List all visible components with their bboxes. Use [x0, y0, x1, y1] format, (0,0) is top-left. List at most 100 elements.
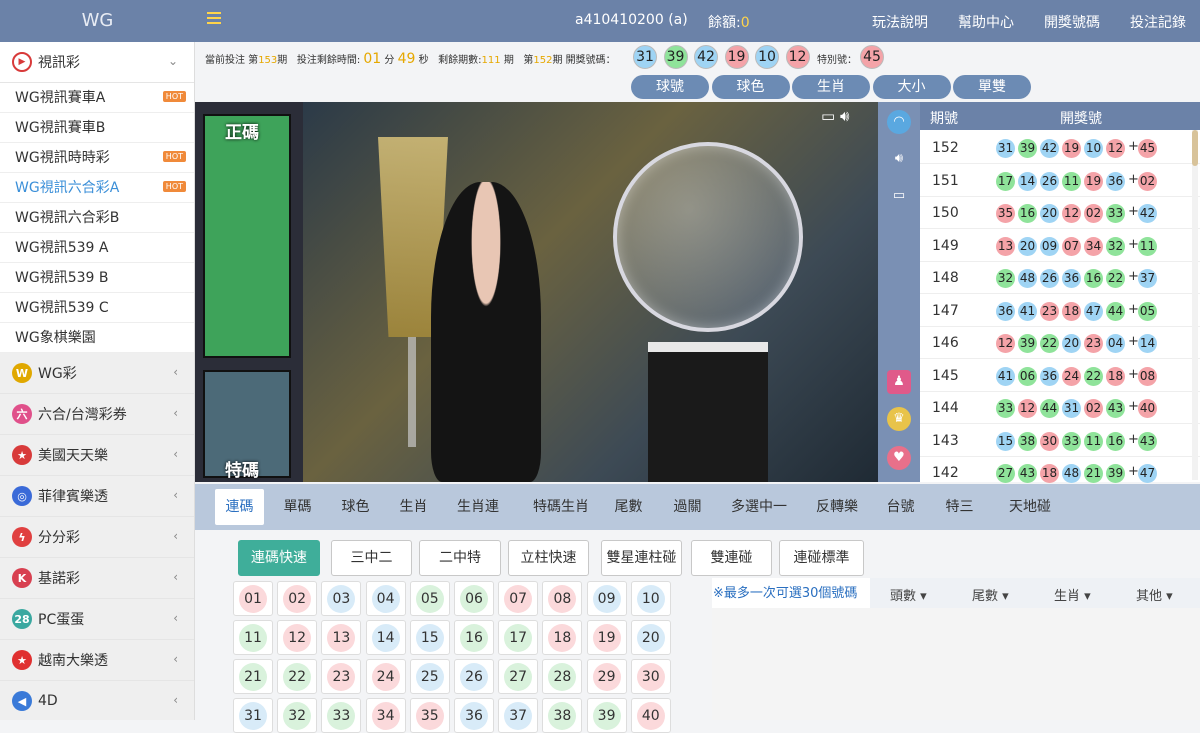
sidebar-section[interactable]: ϟ 分分彩 ‹ — [0, 517, 194, 558]
subtab[interactable]: 連碼快速 — [238, 540, 320, 576]
user-icon[interactable]: ♟ — [887, 370, 911, 394]
tab[interactable]: 天地碰 — [995, 489, 1065, 525]
wifi-icon[interactable]: ◠ — [887, 110, 911, 134]
number-button[interactable]: 05 — [409, 581, 450, 616]
subtab[interactable]: 二中特 — [419, 540, 501, 576]
sidebar-item[interactable]: WG視訊六合彩B — [0, 203, 194, 233]
number-button[interactable]: 03 — [321, 581, 362, 616]
view-pill[interactable]: 生肖 — [792, 75, 870, 99]
number-button[interactable]: 27 — [498, 659, 539, 694]
sidebar-section[interactable]: ★ 美國天天樂 ‹ — [0, 435, 194, 476]
crown-icon[interactable]: ♛ — [887, 407, 911, 431]
number-button[interactable]: 33 — [321, 698, 362, 733]
sidebar-section[interactable]: ◀ 4D ‹ — [0, 681, 194, 720]
number-button[interactable]: 06 — [454, 581, 494, 616]
number-button[interactable]: 17 — [498, 620, 539, 655]
number-button[interactable]: 30 — [630, 659, 671, 694]
help-link[interactable]: 幫助中心 — [958, 12, 1014, 32]
tab[interactable]: 特三 — [937, 489, 982, 525]
sidebar-section[interactable]: ◎ 菲律賓樂透 ‹ — [0, 476, 194, 517]
number-button[interactable]: 19 — [586, 620, 627, 655]
bet-records-link[interactable]: 投注記錄 — [1130, 12, 1186, 32]
heart-icon[interactable]: ♥ — [887, 446, 911, 470]
number-button[interactable]: 20 — [630, 620, 671, 655]
number-button[interactable]: 02 — [277, 581, 318, 616]
tab[interactable]: 連碼 — [215, 489, 264, 525]
sidebar-item[interactable]: WG視訊賽車A HOT — [0, 83, 194, 113]
filter-dropdown[interactable]: 尾數 ▾ — [972, 585, 1009, 604]
view-pill[interactable]: 球色 — [711, 75, 790, 99]
sidebar-section[interactable]: W WG彩 ‹ — [0, 353, 194, 394]
number-button[interactable]: 35 — [409, 698, 450, 733]
number-button[interactable]: 15 — [409, 620, 450, 655]
tab[interactable]: 生肖 — [391, 489, 436, 525]
sound-icon[interactable]: 🔊︎ — [887, 147, 911, 171]
number-button[interactable]: 39 — [586, 698, 627, 733]
number-button[interactable]: 16 — [454, 620, 494, 655]
tab[interactable]: 特碼生肖 — [521, 489, 601, 525]
number-button[interactable]: 24 — [365, 659, 406, 694]
number-button[interactable]: 08 — [542, 581, 583, 616]
number-button[interactable]: 37 — [498, 698, 539, 733]
number-button[interactable]: 13 — [321, 620, 362, 655]
sidebar-item[interactable]: WG視訊賽車B — [0, 113, 194, 143]
sidebar-item[interactable]: WG視訊539 B — [0, 263, 194, 293]
number-button[interactable]: 10 — [630, 581, 671, 616]
rules-link[interactable]: 玩法說明 — [872, 12, 928, 32]
number-button[interactable]: 29 — [586, 659, 627, 694]
sidebar-section[interactable]: 六六合/台灣彩券 ‹ — [0, 394, 194, 435]
subtab[interactable]: 雙星連柱碰 — [601, 540, 682, 576]
number-button[interactable]: 32 — [277, 698, 318, 733]
view-pill[interactable]: 大小 — [872, 75, 951, 99]
sidebar-section[interactable]: K 基諾彩 ‹ — [0, 558, 194, 599]
number-button[interactable]: 21 — [233, 659, 273, 694]
number-button[interactable]: 23 — [321, 659, 362, 694]
screen-icon[interactable]: ▭ — [821, 107, 835, 125]
number-button[interactable]: 26 — [454, 659, 494, 694]
history-scroll-track[interactable] — [1192, 130, 1198, 480]
number-button[interactable]: 22 — [277, 659, 318, 694]
subtab[interactable]: 雙連碰 — [691, 540, 772, 576]
tab[interactable]: 球色 — [333, 489, 378, 525]
sidebar-section[interactable]: 28 PC蛋蛋 ‹ — [0, 599, 194, 640]
tab[interactable]: 單碼 — [275, 489, 320, 525]
number-button[interactable]: 11 — [233, 620, 273, 655]
number-button[interactable]: 01 — [233, 581, 273, 616]
view-pill[interactable]: 球號 — [631, 75, 709, 99]
number-button[interactable]: 07 — [498, 581, 539, 616]
hamburger-menu-icon[interactable] — [207, 12, 221, 26]
view-pill[interactable]: 單雙 — [953, 75, 1031, 99]
tab[interactable]: 過關 — [665, 489, 710, 525]
filter-dropdown[interactable]: 其他 ▾ — [1136, 585, 1173, 604]
live-video[interactable]: 正碼 特碼 ▭ 🔊︎ — [195, 102, 878, 482]
results-link[interactable]: 開獎號碼 — [1044, 12, 1100, 32]
sidebar-item[interactable]: WG視訊六合彩A HOT — [0, 173, 194, 203]
number-button[interactable]: 40 — [630, 698, 671, 733]
tab[interactable]: 尾數 — [606, 489, 651, 525]
sidebar-item[interactable]: WG視訊539 A — [0, 233, 194, 263]
sidebar-item[interactable]: WG象棋樂園 — [0, 323, 194, 353]
subtab[interactable]: 立柱快速 — [508, 540, 589, 576]
sidebar-item[interactable]: WG視訊時時彩 HOT — [0, 143, 194, 173]
number-button[interactable]: 34 — [365, 698, 406, 733]
tab[interactable]: 多選中一 — [723, 489, 795, 525]
number-button[interactable]: 09 — [586, 581, 627, 616]
filter-dropdown[interactable]: 生肖 ▾ — [1054, 585, 1091, 604]
tab[interactable]: 生肖連 — [448, 489, 508, 525]
number-button[interactable]: 18 — [542, 620, 583, 655]
number-button[interactable]: 31 — [233, 698, 273, 733]
history-scroll-thumb[interactable] — [1192, 130, 1198, 166]
number-button[interactable]: 25 — [409, 659, 450, 694]
tab[interactable]: 台號 — [878, 489, 923, 525]
number-button[interactable]: 38 — [542, 698, 583, 733]
sidebar-item[interactable]: WG視訊539 C — [0, 293, 194, 323]
tab[interactable]: 反轉樂 — [807, 489, 867, 525]
number-button[interactable]: 14 — [365, 620, 406, 655]
volume-icon[interactable]: 🔊︎ — [840, 107, 849, 125]
number-button[interactable]: 12 — [277, 620, 318, 655]
number-button[interactable]: 28 — [542, 659, 583, 694]
subtab[interactable]: 連碰標準 — [779, 540, 864, 576]
sidebar-section[interactable]: ★ 越南大樂透 ‹ — [0, 640, 194, 681]
subtab[interactable]: 三中二 — [331, 540, 412, 576]
screen-icon[interactable]: ▭ — [887, 184, 911, 208]
